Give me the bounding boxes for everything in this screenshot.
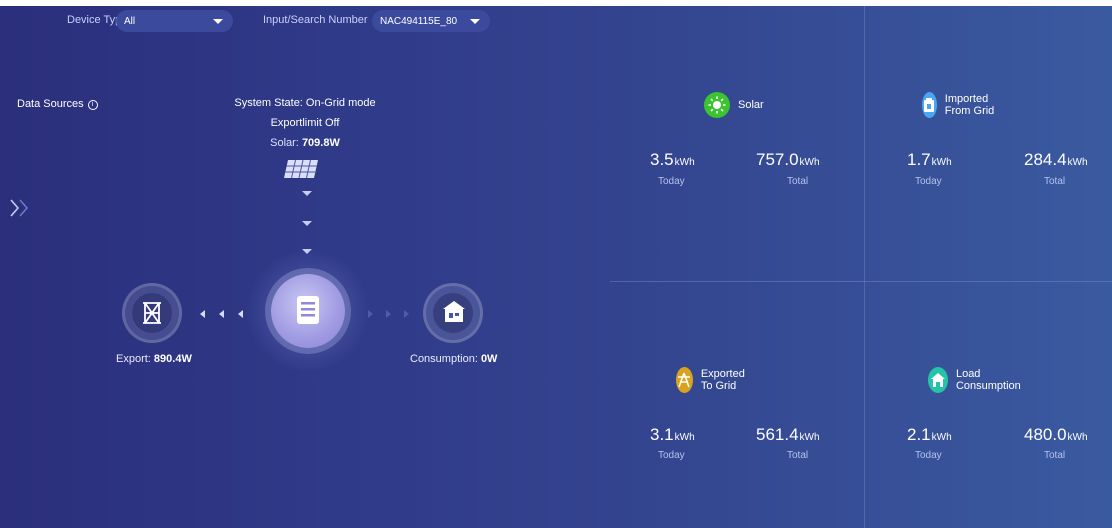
flow-arrow-right-icon bbox=[368, 310, 373, 318]
flow-arrow-right-icon bbox=[404, 310, 409, 318]
consumption-power-label: Consumption: bbox=[410, 353, 478, 365]
search-number-value: NAC494115E_80 bbox=[380, 15, 458, 27]
search-number-select[interactable]: NAC494115E_80 bbox=[372, 10, 490, 32]
flow-arrow-left-icon bbox=[200, 310, 205, 318]
flow-arrow-down-icon bbox=[302, 221, 312, 226]
stats-divider-vertical bbox=[864, 6, 865, 528]
tower-icon bbox=[676, 367, 693, 393]
exportlimit-status: Exportlimit Off bbox=[270, 117, 340, 129]
device-type-value: All bbox=[124, 15, 136, 27]
export-power: Export: 890.4W bbox=[116, 353, 192, 365]
solar-panel-icon bbox=[284, 159, 318, 179]
house-icon bbox=[928, 367, 948, 393]
export-power-label: Export: bbox=[116, 353, 151, 365]
inverter-icon bbox=[297, 296, 319, 324]
stat-card-header: Solar bbox=[704, 92, 764, 118]
stat-today-value: 3.5kWh bbox=[650, 150, 695, 169]
sun-icon bbox=[704, 92, 730, 118]
stat-title: Solar bbox=[738, 99, 764, 111]
stats-divider-horizontal bbox=[610, 281, 1112, 282]
export-power-value: 890.4W bbox=[153, 353, 192, 365]
consumption-power: Consumption: 0W bbox=[410, 353, 497, 365]
stat-today-label: Today bbox=[658, 450, 685, 461]
stat-total-label: Total bbox=[787, 450, 809, 461]
consumption-power-value: 0W bbox=[480, 353, 498, 365]
stat-today-label: Today bbox=[658, 176, 685, 187]
info-icon[interactable]: i bbox=[87, 100, 98, 110]
system-state: System State: On-Grid mode bbox=[234, 97, 376, 109]
stat-total-label: Total bbox=[1044, 450, 1066, 461]
stat-title: Imported From Grid bbox=[944, 93, 995, 117]
solar-power-label: Solar: bbox=[270, 137, 299, 149]
grid-import-icon bbox=[922, 92, 937, 118]
stat-today-value: 1.7kWh bbox=[907, 150, 952, 169]
stat-title: Exported To Grid bbox=[700, 368, 745, 392]
solar-power: Solar: 709.8W bbox=[205, 137, 405, 149]
data-sources-label: Data Sources bbox=[17, 98, 84, 110]
stat-today-label: Today bbox=[915, 176, 942, 187]
stat-today-value: 3.1kWh bbox=[650, 425, 695, 444]
stat-total-value: 561.4kWh bbox=[756, 425, 820, 444]
house-icon bbox=[443, 301, 465, 322]
flow-arrow-right-icon bbox=[386, 310, 391, 318]
chevron-down-icon bbox=[470, 19, 480, 24]
solar-power-value: 709.8W bbox=[301, 137, 340, 149]
stat-card-header: Load Consumption bbox=[928, 367, 1027, 393]
expand-chevron-icon[interactable] bbox=[8, 196, 32, 220]
stat-card-header: Imported From Grid bbox=[922, 92, 999, 118]
search-number-label: Input/Search Number bbox=[263, 14, 368, 26]
device-type-select[interactable]: All bbox=[116, 10, 233, 32]
stat-total-value: 284.4kWh bbox=[1024, 150, 1088, 169]
stat-total-label: Total bbox=[787, 176, 809, 187]
stat-today-label: Today bbox=[915, 450, 942, 461]
tower-icon bbox=[143, 302, 161, 324]
stat-total-value: 757.0kWh bbox=[756, 150, 820, 169]
stat-total-value: 480.0kWh bbox=[1024, 425, 1088, 444]
stat-title: Load Consumption bbox=[955, 368, 1021, 392]
data-sources[interactable]: Data Sources i bbox=[17, 98, 98, 110]
flow-arrow-down-icon bbox=[302, 191, 312, 196]
stat-total-label: Total bbox=[1044, 176, 1066, 187]
stat-card-header: Exported To Grid bbox=[676, 367, 754, 393]
chevron-down-icon bbox=[213, 19, 223, 24]
stat-today-value: 2.1kWh bbox=[907, 425, 952, 444]
energy-stats-panel bbox=[610, 6, 1112, 528]
flow-arrow-left-icon bbox=[219, 310, 224, 318]
